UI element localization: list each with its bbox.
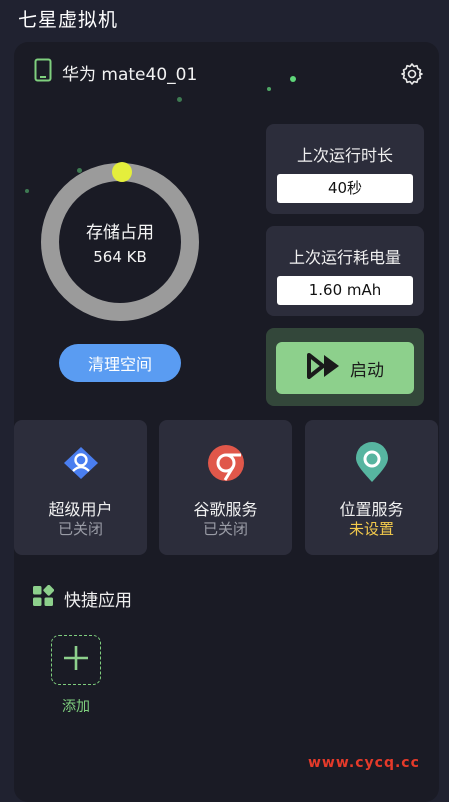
particle-dot (267, 87, 271, 91)
gear-icon[interactable] (400, 62, 424, 86)
feature-name: 超级用户 (48, 500, 113, 519)
power-label: 上次运行耗电量 (288, 248, 401, 267)
quick-apps-header: 快捷应用 (32, 584, 132, 612)
power-card: 上次运行耗电量 1.60 mAh (266, 226, 424, 316)
feature-status: 未设置 (348, 520, 394, 538)
phone-icon (34, 58, 52, 86)
particle-dot (25, 189, 29, 193)
storage-ring: 存储占用 564 KB (38, 160, 202, 324)
launch-card: 启动 (266, 328, 424, 406)
play-icon (306, 352, 344, 384)
launch-button[interactable]: 启动 (276, 342, 414, 394)
feature-super-user[interactable]: 超级用户 已关闭 (14, 420, 147, 555)
power-value: 1.60 mAh (277, 276, 413, 305)
feature-location-service[interactable]: 位置服务 未设置 (305, 420, 438, 555)
storage-value: 564 KB (93, 248, 147, 266)
storage-title: 存储占用 (86, 223, 154, 243)
add-app-label: 添加 (62, 699, 90, 715)
feature-name: 谷歌服务 (193, 500, 258, 519)
runtime-label: 上次运行时长 (296, 146, 393, 165)
feature-google-service[interactable]: 谷歌服务 已关闭 (159, 420, 292, 555)
app-title: 七星虚拟机 (18, 9, 119, 31)
particle-dot (177, 97, 182, 102)
runtime-value: 40秒 (277, 174, 413, 203)
super-user-icon (60, 442, 102, 484)
apps-grid-icon (32, 584, 55, 612)
clean-space-button[interactable]: 清理空间 (59, 344, 181, 382)
runtime-card: 上次运行时长 40秒 (266, 124, 424, 214)
google-service-icon (205, 442, 247, 484)
storage-progress-knob (112, 162, 132, 182)
feature-status: 已关闭 (202, 520, 248, 538)
feature-status: 已关闭 (57, 520, 103, 538)
add-app-button[interactable] (51, 635, 101, 685)
particle-dot (290, 76, 296, 82)
location-icon (351, 442, 393, 484)
quick-apps-title: 快捷应用 (64, 591, 132, 611)
launch-label: 启动 (350, 360, 384, 381)
feature-name: 位置服务 (339, 500, 404, 519)
main-card: 华为 mate40_01 存储占用 564 KB 清理空间 上次运行时长 40秒… (14, 42, 439, 802)
watermark: www.cycq.cc (308, 755, 420, 771)
device-name: 华为 mate40_01 (62, 64, 198, 85)
plus-icon (63, 645, 89, 675)
device-header: 华为 mate40_01 (34, 58, 197, 86)
